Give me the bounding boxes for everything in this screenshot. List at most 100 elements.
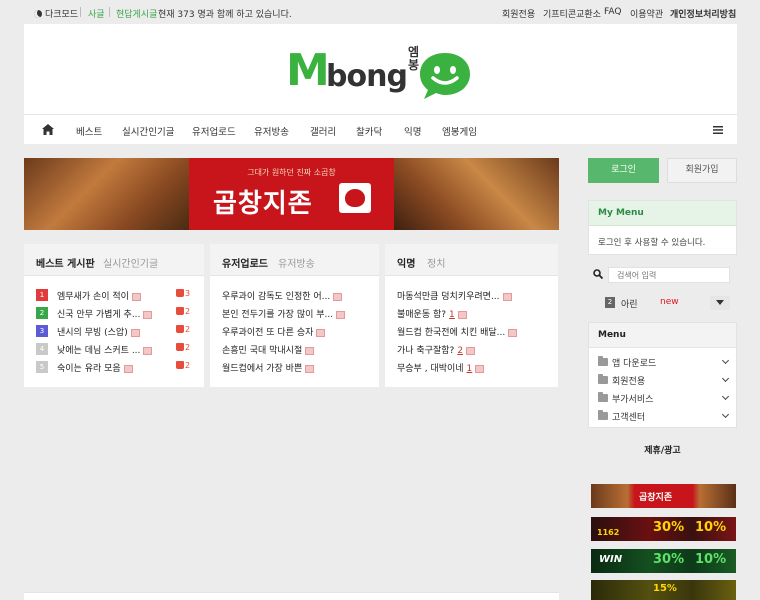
list-item[interactable]: 불매운동 함? 1 bbox=[397, 307, 467, 321]
image-badge-icon bbox=[123, 364, 133, 373]
rank-badge: 1 bbox=[36, 289, 48, 301]
list-item[interactable]: 5 숙이는 유라 모음 2 bbox=[36, 361, 192, 375]
folder-icon bbox=[598, 374, 608, 384]
tab-anonymous[interactable]: 익명 bbox=[397, 255, 415, 270]
list-item[interactable]: 4 낮에는 데님 스커트 ... 2 bbox=[36, 343, 192, 357]
thumbs-up-icon bbox=[176, 307, 184, 315]
menu-item-label: 부가서비스 bbox=[612, 395, 654, 405]
link-faq[interactable]: FAQ bbox=[604, 7, 621, 17]
nav-anonymous[interactable]: 익명 bbox=[404, 124, 421, 138]
chevron-down-icon bbox=[721, 374, 730, 383]
image-badge-icon bbox=[508, 328, 518, 337]
post-title: 숙이는 유라 모음 bbox=[57, 364, 121, 374]
banner-brand: 곱창지존 bbox=[213, 189, 313, 219]
list-item[interactable]: 본인 전두기를 가장 많이 부... bbox=[222, 307, 346, 321]
ad-banner-3[interactable]: WIN 30% 10% bbox=[591, 549, 736, 573]
ad-banner-4[interactable]: 15% bbox=[591, 580, 736, 600]
menu-item-customer-center[interactable]: 고객센터 bbox=[598, 410, 730, 424]
image-badge-icon bbox=[466, 346, 476, 355]
like-count: 2 bbox=[185, 325, 191, 334]
signup-button[interactable]: 회원가입 bbox=[667, 158, 737, 183]
search-input[interactable] bbox=[608, 267, 730, 283]
rank-badge: 4 bbox=[36, 343, 48, 355]
menu-item-label: 앱 다운로드 bbox=[612, 359, 657, 369]
site-header: M bong 엠봉 bbox=[24, 24, 737, 114]
top-bar: 다크모드 사글 현답게시글 현재 373 명과 함께 하고 있습니다. 회원전용… bbox=[0, 0, 760, 24]
rank-expand-button[interactable] bbox=[710, 296, 730, 310]
image-badge-icon bbox=[333, 292, 343, 301]
chevron-down-icon bbox=[721, 410, 730, 419]
link-privacy-policy[interactable]: 개인정보처리방침 bbox=[670, 7, 736, 20]
tab-politics[interactable]: 정치 bbox=[427, 255, 445, 270]
ad-percent: 30% bbox=[653, 520, 685, 535]
link-members-only[interactable]: 회원전용 bbox=[502, 7, 535, 20]
list-item[interactable]: 우루과이전 또 다른 승자 bbox=[222, 325, 326, 339]
list-item[interactable]: 가나 축구잘함? 2 bbox=[397, 343, 476, 357]
rank-badge: 2 bbox=[36, 307, 48, 319]
list-item[interactable]: 3 낸시의 무빙 (스압) 2 bbox=[36, 325, 192, 339]
image-badge-icon bbox=[143, 346, 153, 355]
thumbs-up-icon bbox=[176, 343, 184, 351]
menu-item-members-only[interactable]: 회원전용 bbox=[598, 374, 730, 388]
best-board: 베스트 게시판 실시간인기글 1 엠무새가 손이 적이 3 2 신국 안무 가볍… bbox=[24, 244, 204, 387]
login-button[interactable]: 로그인 bbox=[588, 158, 659, 183]
board-header: 익명 정치 bbox=[385, 244, 558, 276]
menu-item-extra-services[interactable]: 부가서비스 bbox=[598, 392, 730, 406]
nav-user-broadcast[interactable]: 유저방송 bbox=[254, 124, 289, 138]
realtime-search-rank[interactable]: 2 아린 new bbox=[605, 296, 730, 310]
nav-mbong-game[interactable]: 엠봉게임 bbox=[442, 124, 477, 138]
list-item[interactable]: 1 엠무새가 손이 적이 3 bbox=[36, 289, 192, 303]
post-title: 월드컵에서 가장 바쁜 bbox=[222, 364, 303, 374]
nav-realtime-popular[interactable]: 실시간인기글 bbox=[122, 124, 174, 138]
image-badge-icon bbox=[130, 328, 140, 337]
chevron-down-icon bbox=[721, 356, 730, 365]
menu-panel: Menu 앱 다운로드 회원전용 부가서비스 고객센터 bbox=[588, 322, 737, 428]
list-item[interactable]: 월드컵에서 가장 바쁜 bbox=[222, 361, 315, 375]
online-count-text: 현재 373 명과 함께 하고 있습니다. bbox=[158, 10, 292, 20]
ad-percent: 15% bbox=[653, 583, 677, 594]
list-item[interactable]: 우루과이 감독도 인정한 어... bbox=[222, 289, 343, 303]
list-item[interactable]: 마동석만큼 덩치키우려면... bbox=[397, 289, 512, 303]
hamburger-menu-icon[interactable] bbox=[713, 126, 723, 134]
tab-user-broadcast[interactable]: 유저방송 bbox=[278, 255, 315, 270]
rank-number: 2 bbox=[605, 297, 615, 308]
home-icon[interactable] bbox=[42, 124, 54, 135]
my-menu-panel: My Menu 로그인 후 사용할 수 있습니다. bbox=[588, 200, 737, 255]
user-upload-board: 유저업로드 유저방송 우루과이 감독도 인정한 어... 본인 전두기를 가장 … bbox=[210, 244, 379, 387]
ad-percent-2: 10% bbox=[695, 520, 727, 535]
ad-percent-2: 10% bbox=[695, 552, 727, 567]
nav-user-upload[interactable]: 유저업로드 bbox=[192, 124, 236, 138]
ad-word: WIN bbox=[599, 554, 623, 565]
link-gifticon-exchange[interactable]: 기프티콘교환소 bbox=[543, 7, 601, 20]
tab-realtime-posts[interactable]: 현답게시글 bbox=[116, 7, 157, 20]
ad-banner-gopchang[interactable]: 곱창지존 bbox=[591, 484, 736, 508]
nav-chalkadak[interactable]: 찰카닥 bbox=[356, 124, 382, 138]
logo-bong: bong bbox=[326, 59, 408, 94]
post-title: 낮에는 데님 스커트 ... bbox=[57, 346, 141, 356]
partnership-ad-title: 제휴/광고 bbox=[644, 446, 681, 456]
menu-item-app-download[interactable]: 앱 다운로드 bbox=[598, 356, 730, 370]
list-item[interactable]: 손흥민 국대 막내시절 bbox=[222, 343, 315, 357]
logo-m: M bbox=[286, 45, 330, 96]
image-badge-icon bbox=[305, 364, 315, 373]
tab-realtime-popular[interactable]: 실시간인기글 bbox=[103, 255, 158, 270]
link-terms[interactable]: 이용약관 bbox=[630, 7, 663, 20]
ad-banner-2[interactable]: 1162 30% 10% bbox=[591, 517, 736, 541]
banner-food-image-left bbox=[24, 158, 189, 230]
tab-all-posts[interactable]: 사글 bbox=[88, 7, 105, 20]
search-icon[interactable] bbox=[593, 269, 603, 279]
post-title: 엠무새가 손이 적이 bbox=[57, 292, 129, 302]
promo-banner[interactable]: 그대가 원하던 진짜 소곱창 곱창지존 bbox=[24, 158, 559, 230]
nav-gallery[interactable]: 갤러리 bbox=[310, 124, 336, 138]
anonymous-board: 익명 정치 마동석만큼 덩치키우려면... 불매운동 함? 1 월드컵 한국전에 … bbox=[385, 244, 558, 387]
tab-best-board[interactable]: 베스트 게시판 bbox=[36, 255, 95, 270]
list-item[interactable]: 2 신국 안무 가볍게 추... 2 bbox=[36, 307, 192, 321]
list-item[interactable]: 월드컵 한국전에 치킨 배달... bbox=[397, 325, 518, 339]
list-item[interactable]: 무승부 , 대박이네 1 bbox=[397, 361, 485, 375]
post-title: 불매운동 함? bbox=[397, 310, 447, 320]
ad-percent: 30% bbox=[653, 552, 685, 567]
tab-user-upload[interactable]: 유저업로드 bbox=[222, 255, 268, 270]
darkmode-toggle[interactable]: 다크모드 bbox=[34, 7, 78, 20]
my-menu-message: 로그인 후 사용할 수 있습니다. bbox=[598, 238, 706, 248]
nav-best[interactable]: 베스트 bbox=[76, 124, 102, 138]
